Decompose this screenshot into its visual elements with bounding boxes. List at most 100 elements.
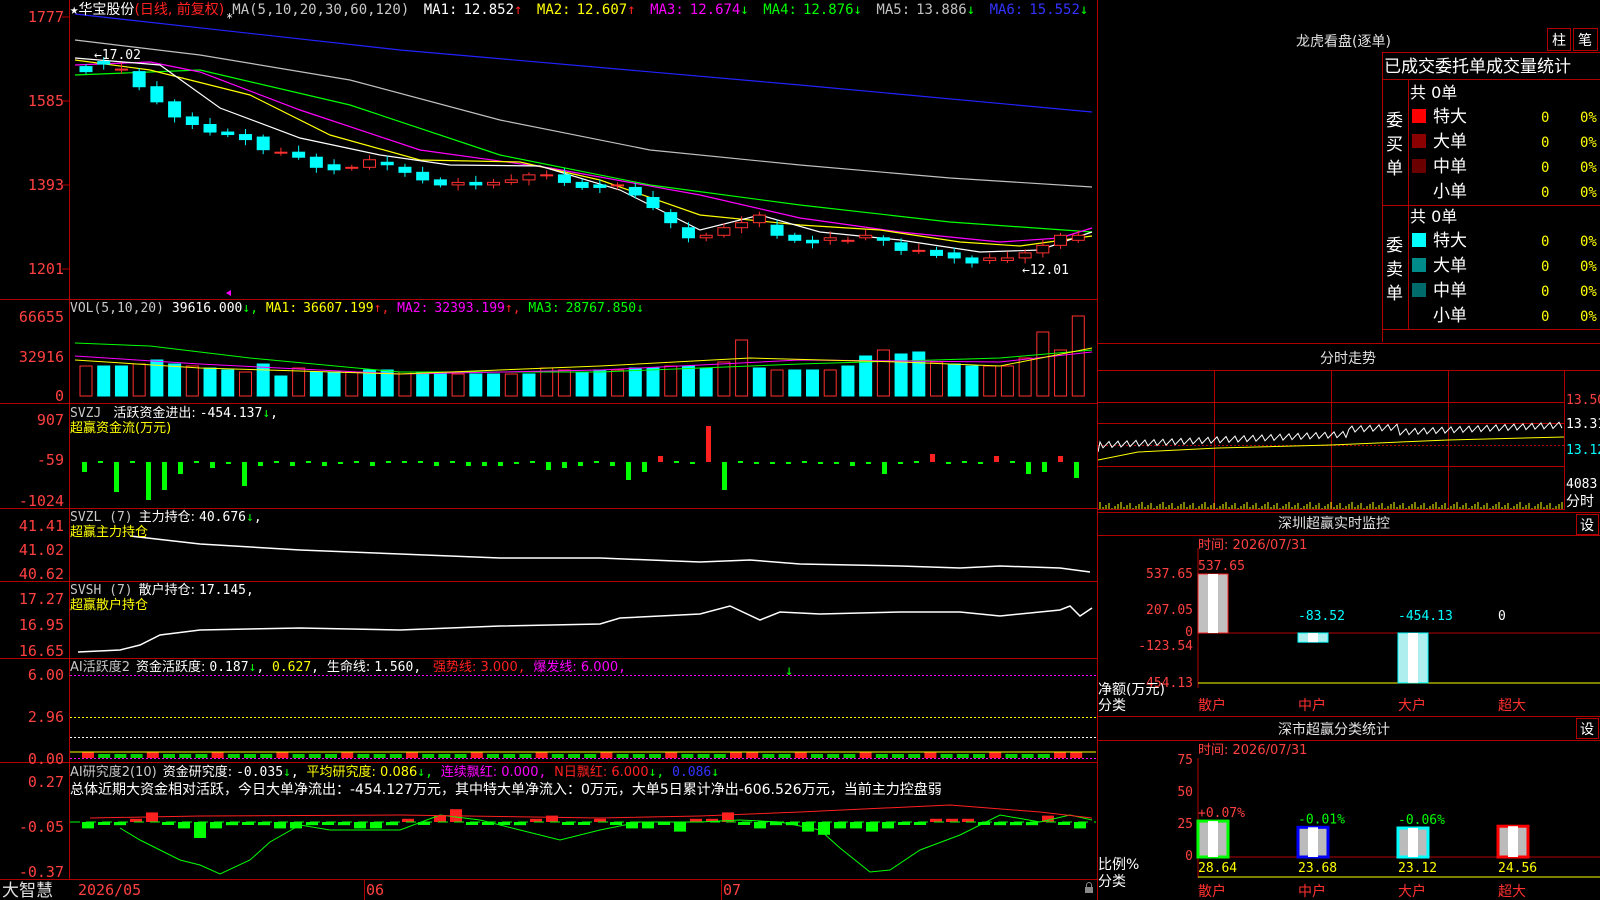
net-flow-category: 大户 [1398, 697, 1426, 714]
activity-bar [697, 754, 710, 758]
activity-bar [98, 754, 111, 758]
activity-bar [859, 752, 872, 758]
order-count: 0 [1541, 135, 1549, 151]
candle-body [664, 212, 678, 224]
research-bar [354, 822, 366, 829]
lock-icon-shackle [1086, 882, 1092, 887]
brand-label: 大智慧 [2, 881, 53, 900]
net-flow-bar-highlight [1208, 574, 1218, 633]
candle-body [1036, 244, 1050, 254]
candle-body [770, 224, 784, 236]
flow-bar [402, 461, 407, 463]
ma-line [74, 59, 1093, 247]
net-flow-label: 0 [1498, 609, 1506, 624]
activity-bar [632, 754, 645, 758]
vol-axis-1: 66655 [19, 308, 64, 326]
order-size-label: 特大 [1433, 107, 1467, 127]
sz-class-settings-button[interactable]: 设 [1580, 722, 1594, 738]
volume-bar [363, 369, 377, 397]
ratio-bar-highlight [1208, 821, 1218, 857]
flow-bar [706, 426, 711, 462]
flow-bar [546, 462, 551, 470]
svsh-axis-2: 16.95 [19, 616, 64, 634]
flow-bar [658, 456, 663, 462]
sz-monitor-time: 时间: 2026/07/31 [1198, 538, 1307, 553]
volume-bar [1071, 315, 1085, 397]
ma-line [74, 13, 1093, 113]
price-axis-2: 1585 [28, 92, 64, 110]
order-size-label: 中单 [1433, 281, 1467, 301]
candle-body [132, 71, 146, 88]
candle-body [203, 123, 217, 133]
activity-bar [827, 754, 840, 758]
sell-label-char: 单 [1386, 284, 1403, 304]
buy-label-char: 单 [1386, 159, 1403, 179]
flow-bar [306, 461, 311, 463]
candle-body [274, 151, 288, 154]
flow-bar [866, 462, 871, 464]
kline-chart-area[interactable]: 1777 1585 1393 1201 66655 32916 0 907 -5… [0, 0, 1098, 900]
flow-bar [514, 462, 519, 464]
activity-bar [568, 754, 580, 758]
flow-bar [818, 462, 823, 464]
activity-bar [973, 754, 985, 758]
volume-bar [292, 367, 306, 397]
flow-bar [434, 462, 439, 466]
candle-body [292, 151, 306, 158]
activity-bar [600, 752, 613, 758]
activity-bar [487, 754, 499, 758]
candle-body [983, 257, 997, 261]
flow-bar [674, 461, 679, 463]
candle-body [788, 234, 802, 241]
volume-bar [930, 361, 944, 397]
svsh-axis-1: 17.27 [19, 590, 64, 608]
ai2-axis-1: 0.27 [28, 773, 64, 791]
vol-axis-3: 0 [55, 387, 64, 405]
activity-bar [325, 754, 337, 758]
activity-bar [195, 754, 208, 758]
tick-mode-button[interactable]: 笔 [1578, 33, 1592, 49]
date-label-jun: 06 [366, 881, 384, 899]
high-price-marker: ←17.02 [94, 48, 141, 63]
intraday-axis-1: 13.50 [1566, 393, 1600, 408]
activity-bar [616, 754, 629, 758]
lock-icon[interactable] [1085, 887, 1093, 893]
flow-bar [738, 461, 743, 463]
activity-bar [341, 752, 354, 758]
flow-bar [594, 461, 599, 463]
vol-header: VOL(5,10,20) 39616.000↓, MA1: 36607.199↑, … [70, 301, 644, 316]
row-color-swatch [1412, 233, 1426, 247]
net-flow-category: 中户 [1298, 697, 1326, 714]
research-bar [866, 822, 878, 832]
flow-bar [834, 462, 839, 464]
volume-bar [132, 363, 146, 397]
flow-bar [962, 461, 967, 463]
candle-body [681, 227, 695, 239]
candle-body [363, 159, 377, 168]
sz-monitor-settings-button[interactable]: 设 [1580, 518, 1594, 534]
vol-axis-2: 32916 [19, 348, 64, 366]
flow-bar [626, 462, 631, 480]
volume-bar [823, 369, 837, 397]
activity-bar [875, 754, 888, 758]
activity-bar [276, 752, 289, 758]
order-size-label: 小单 [1433, 182, 1467, 202]
flow-bar [210, 462, 215, 468]
volume-bar [1018, 357, 1032, 397]
volume-bar [965, 365, 979, 397]
research-bar [674, 822, 686, 832]
activity-bar [535, 752, 548, 758]
ma-header: MA(5,10,20,30,60,120) [232, 2, 409, 18]
ai1-axis-3: 0.00 [28, 750, 64, 768]
row-color-swatch [1412, 134, 1426, 148]
bar-mode-button[interactable]: 柱 [1552, 33, 1566, 49]
dragon-tabs[interactable]: 已成交委托单成交量统计 [1384, 57, 1571, 77]
flow-bar [114, 462, 119, 492]
ai1-axis-1: 6.00 [28, 666, 64, 684]
candle-body [504, 179, 518, 183]
volume-bar [451, 373, 465, 397]
volume-bar [416, 371, 430, 397]
flow-bar [130, 461, 135, 463]
ai2-axis-2: -0.05 [19, 818, 64, 836]
activity-bar [130, 754, 143, 758]
